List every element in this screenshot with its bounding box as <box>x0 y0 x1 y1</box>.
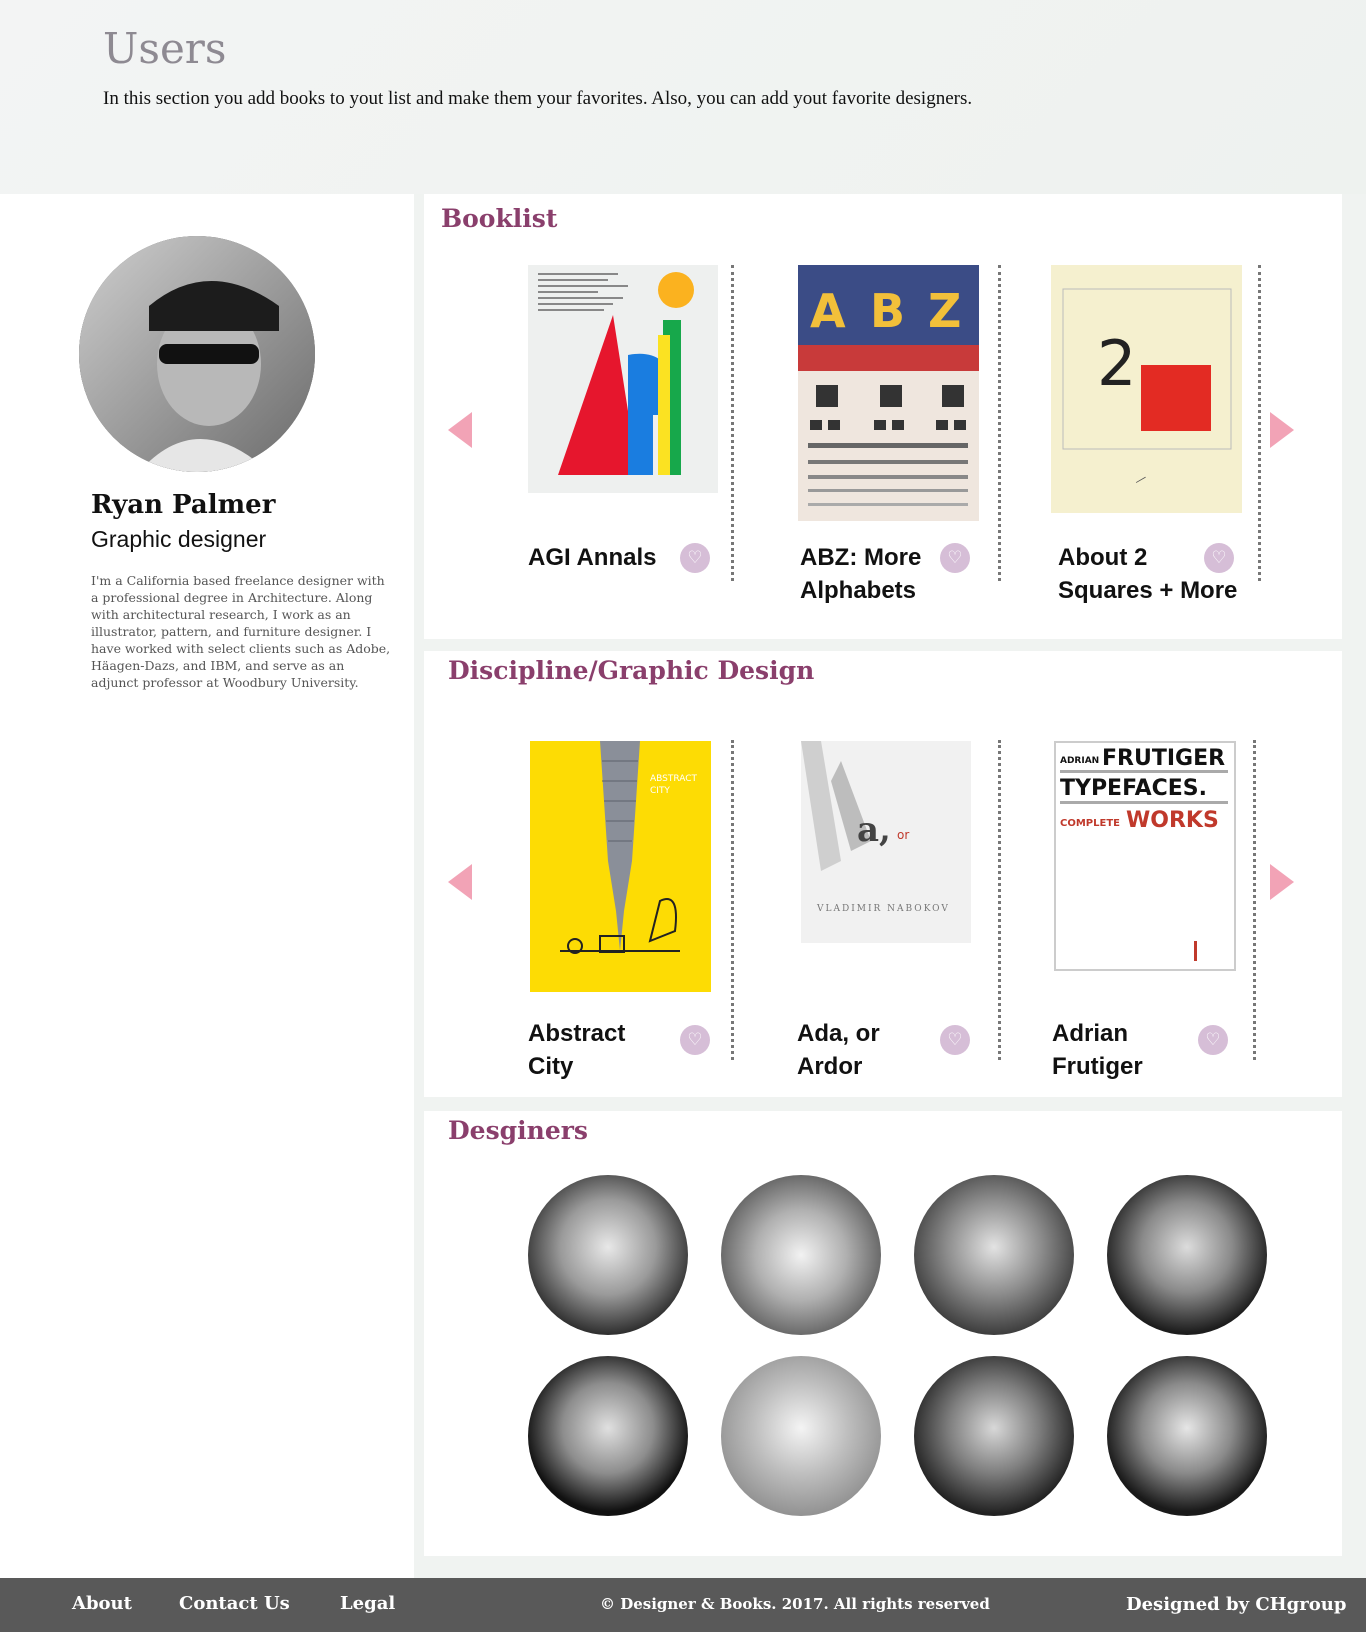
designers-panel: Desginers <box>424 1111 1342 1556</box>
book-cover[interactable]: a, or VLADIMIR NABOKOV <box>801 741 971 943</box>
footer-credit: Designed by CHgroup <box>1126 1594 1347 1615</box>
booklist-prev-arrow-icon[interactable] <box>448 412 472 448</box>
svg-text:Z: Z <box>928 284 961 338</box>
book-title[interactable]: ABZ: More Alphabets <box>800 541 940 607</box>
designer-avatar[interactable] <box>528 1356 688 1516</box>
discipline-next-arrow-icon[interactable] <box>1270 864 1294 900</box>
discipline-panel: Discipline/Graphic Design ABSTRACT CITY <box>424 651 1342 1097</box>
heart-icon[interactable]: ♡ <box>680 543 710 573</box>
discipline-prev-arrow-icon[interactable] <box>448 864 472 900</box>
page-title: Users <box>103 24 227 73</box>
book-cover[interactable]: A B Z <box>798 265 979 521</box>
heart-icon[interactable]: ♡ <box>680 1025 710 1055</box>
svg-text:A: A <box>810 284 846 338</box>
footer-contact-link[interactable]: Contact Us <box>179 1593 290 1614</box>
designer-avatar[interactable] <box>721 1175 881 1335</box>
user-name: Ryan Palmer <box>91 490 276 520</box>
svg-text:ADRIAN: ADRIAN <box>1060 756 1099 766</box>
designers-title: Desginers <box>448 1116 588 1145</box>
discipline-title: Discipline/Graphic Design <box>448 656 815 685</box>
booklist-next-arrow-icon[interactable] <box>1270 412 1294 448</box>
svg-text:COMPLETE: COMPLETE <box>1060 818 1120 829</box>
svg-text:TYPEFACES.: TYPEFACES. <box>1060 776 1207 801</box>
heart-icon[interactable]: ♡ <box>940 1025 970 1055</box>
book-title[interactable]: AGI Annals <box>528 541 688 574</box>
book-cover[interactable]: ABSTRACT CITY <box>530 741 711 992</box>
designer-avatar[interactable] <box>528 1175 688 1335</box>
book-title[interactable]: Abstract City <box>528 1017 638 1083</box>
booklist-title: Booklist <box>441 204 558 233</box>
footer-about-link[interactable]: About <box>72 1593 132 1614</box>
svg-text:VLADIMIR NABOKOV: VLADIMIR NABOKOV <box>816 904 950 914</box>
book-divider <box>1258 265 1261 581</box>
book-cover[interactable]: 2 — <box>1051 265 1242 513</box>
designer-avatar[interactable] <box>1107 1356 1267 1516</box>
book-divider <box>731 265 734 581</box>
heart-icon[interactable]: ♡ <box>940 543 970 573</box>
profile-sidebar: Ryan Palmer Graphic designer I'm a Calif… <box>0 194 414 1578</box>
svg-text:CITY: CITY <box>650 786 670 796</box>
svg-text:WORKS: WORKS <box>1126 808 1219 833</box>
book-divider <box>731 740 734 1060</box>
designer-avatar[interactable] <box>914 1356 1074 1516</box>
heart-icon[interactable]: ♡ <box>1198 1025 1228 1055</box>
book-divider <box>1253 740 1256 1060</box>
avatar[interactable] <box>79 236 315 472</box>
book-title[interactable]: Ada, or Ardor <box>797 1017 907 1083</box>
user-role: Graphic designer <box>91 526 267 552</box>
footer-copyright: © Designer & Books. 2017. All rights res… <box>600 1595 990 1613</box>
svg-text:FRUTIGER: FRUTIGER <box>1102 746 1225 771</box>
designer-avatar[interactable] <box>1107 1175 1267 1335</box>
page-header: Users In this section you add books to y… <box>0 0 1366 194</box>
book-divider <box>998 265 1001 581</box>
user-bio: I'm a California based freelance designe… <box>91 573 391 690</box>
heart-icon[interactable]: ♡ <box>1204 543 1234 573</box>
footer-legal-link[interactable]: Legal <box>340 1593 395 1614</box>
book-divider <box>998 740 1001 1060</box>
book-cover[interactable] <box>528 265 718 493</box>
book-cover[interactable]: ADRIAN FRUTIGER TYPEFACES. COMPLETE WORK… <box>1054 741 1236 971</box>
designer-avatar[interactable] <box>914 1175 1074 1335</box>
svg-text:2: 2 <box>1097 327 1136 400</box>
svg-text:or: or <box>897 828 909 842</box>
svg-text:a,: a, <box>857 810 891 850</box>
designer-avatar[interactable] <box>721 1356 881 1516</box>
svg-text:B: B <box>870 284 905 338</box>
booklist-panel: Booklist AGI Annals ♡ A B Z ABZ: More Al… <box>424 194 1342 639</box>
book-title[interactable]: Adrian Frutiger <box>1052 1017 1162 1083</box>
site-footer: About Contact Us Legal © Designer & Book… <box>0 1578 1366 1632</box>
page-intro: In this section you add books to yout li… <box>103 88 973 109</box>
svg-text:ABSTRACT: ABSTRACT <box>650 774 698 784</box>
